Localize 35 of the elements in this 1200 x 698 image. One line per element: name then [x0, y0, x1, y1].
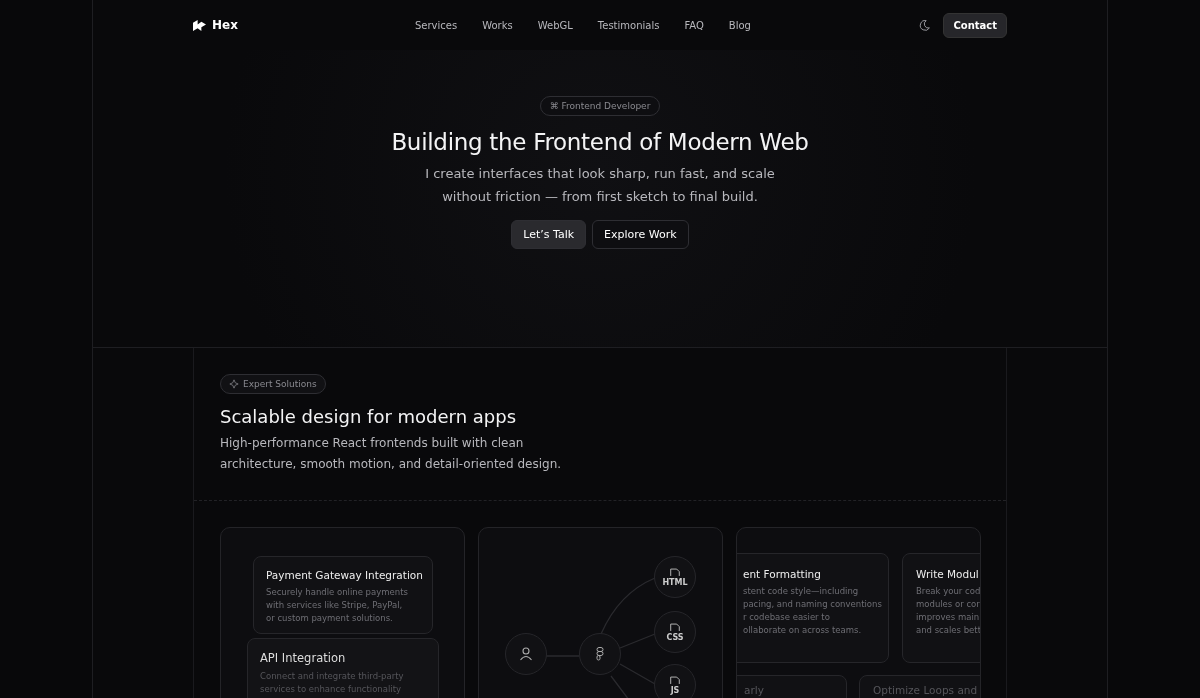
file-label: JS [670, 685, 680, 695]
service-title: API Integration [260, 651, 347, 665]
service-title: Payment Gateway Integration [266, 569, 420, 581]
tip-title: ent Formatting [743, 568, 822, 580]
person-icon [518, 646, 534, 662]
nav-link[interactable]: WebGL [537, 19, 573, 31]
document-icon [669, 675, 681, 685]
document-icon [669, 622, 681, 632]
document-icon [669, 567, 681, 577]
file-label: CSS [666, 632, 684, 642]
brand-name[interactable]: Hex [212, 18, 238, 32]
tip-description: stent code style—including pacing, and naming conventions r codebase easier to ollaborate on across teams. [743, 585, 883, 637]
contact-button[interactable]: Contact [943, 12, 1007, 38]
tip-title: Optimize Loops and [873, 684, 979, 696]
moon-icon[interactable] [918, 18, 932, 32]
nav-link[interactable]: Services [415, 19, 458, 31]
section-title: Scalable design for modern apps [220, 406, 518, 427]
logo-icon [193, 18, 206, 32]
tip-description: Break your cod modules or cor improves main and scales bett [916, 585, 980, 637]
hero-subtitle: I create interfaces that look sharp, run fast, and scale without friction — from first sketch to final build. [425, 165, 775, 206]
nav-link[interactable]: Blog [728, 19, 751, 31]
explore-button[interactable]: Explore Work [592, 220, 689, 249]
role-badge: ⌘ Frontend Developer [539, 96, 661, 116]
nav-link[interactable]: FAQ [684, 19, 704, 31]
service-description: Securely handle online payments with services like Stripe, PayPal, or custom payment solutions. [266, 586, 409, 625]
nav-link[interactable]: Works [482, 19, 513, 31]
tip-title: arly [744, 684, 765, 696]
sparkle-icon [229, 379, 239, 389]
file-label: HTML [662, 577, 688, 587]
hero-title: Building the Frontend of Modern Web [391, 129, 809, 155]
nav-link[interactable]: Testimonials [597, 19, 660, 31]
talk-button[interactable]: Let’s Talk [511, 220, 587, 249]
badge-label: Expert Solutions [243, 379, 317, 389]
tip-title: Write Modul [916, 568, 980, 580]
section-subtitle: High-performance React frontends built with clean architecture, smooth motion, and detail-oriented design. [220, 435, 563, 473]
